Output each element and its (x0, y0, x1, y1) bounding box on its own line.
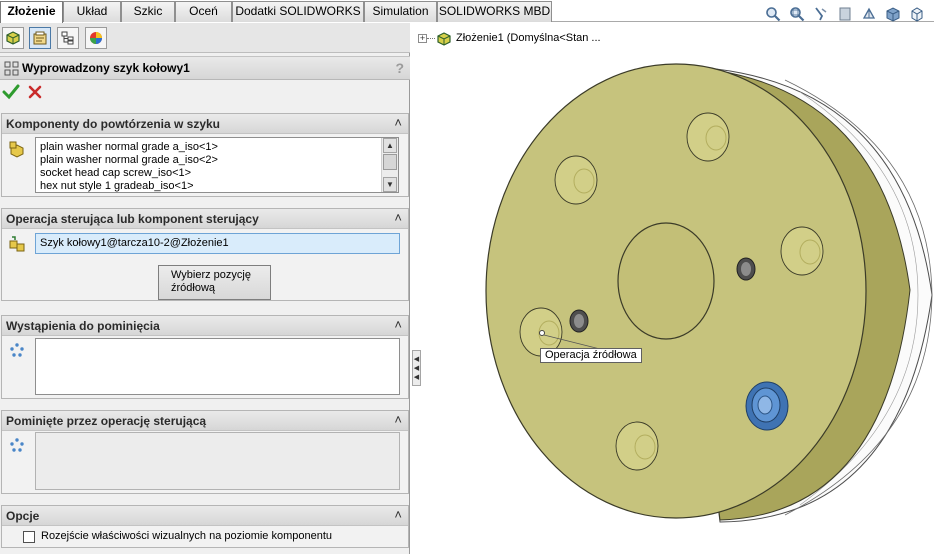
list-item[interactable]: hex nut style 1 gradeab_iso<1> (40, 180, 194, 192)
group-components-to-pattern: Komponenty do powtórzenia w szyku ˄ plai… (1, 113, 409, 197)
ok-check-icon[interactable] (2, 83, 20, 104)
driving-feature-icon (8, 235, 26, 253)
button-label-line2: źródłową (171, 282, 216, 294)
group-title: Komponenty do powtórzenia w szyku (6, 117, 221, 131)
zoom-to-area-icon[interactable] (787, 4, 807, 24)
seed-feature-callout: Operacja źródłowa (540, 348, 642, 363)
property-manager-icon[interactable] (29, 27, 51, 49)
previous-view-icon[interactable] (811, 4, 831, 24)
assembly-tree-label[interactable]: Złożenie1 (Domyślna<Stan ... (456, 32, 601, 44)
instances-icon (8, 341, 26, 359)
skipped-instances-list (35, 432, 400, 490)
group-driving-feature: Operacja sterująca lub komponent sterują… (1, 208, 409, 301)
group-options: Opcje ˄ Rozejście właściwości wizualnych… (1, 505, 409, 548)
group-title: Wystąpienia do pominięcia (6, 319, 160, 333)
tree-connector (427, 38, 435, 39)
scroll-down-arrow-icon[interactable]: ▼ (383, 177, 397, 192)
group-title: Opcje (6, 509, 40, 523)
tab-uklad[interactable]: Układ (63, 1, 121, 22)
collapse-chevron-icon[interactable]: ˄ (394, 115, 402, 130)
appearance-manager-icon[interactable] (85, 27, 107, 49)
driving-feature-field[interactable]: Szyk kołowy1@tarcza10-2@Złożenie1 (35, 233, 400, 254)
feature-title: Wyprowadzony szyk kołowy1 (22, 61, 190, 75)
list-item[interactable]: plain washer normal grade a_iso<1> (40, 141, 218, 153)
group-header[interactable]: Operacja sterująca lub komponent sterują… (2, 209, 408, 229)
collapse-chevron-icon[interactable]: ˄ (394, 412, 402, 427)
tab-szkic[interactable]: Szkic (121, 1, 175, 22)
propagate-visual-properties-checkbox[interactable] (23, 531, 35, 543)
hex-nut-component (745, 381, 789, 431)
command-manager-tabs: Złożenie Układ Szkic Oceń Dodatki SOLIDW… (0, 0, 934, 24)
feature-title-bar: Wyprowadzony szyk kołowy1 ? (0, 56, 410, 80)
tab-solidworks-mbd[interactable]: SOLIDWORKS MBD (437, 1, 552, 22)
cancel-x-icon[interactable] (27, 84, 43, 103)
circular-pattern-icon (4, 61, 19, 79)
center-bore (617, 222, 715, 340)
group-header[interactable]: Opcje ˄ (2, 506, 408, 526)
group-title: Pominięte przez operację sterującą (6, 414, 207, 428)
help-icon[interactable]: ? (395, 60, 404, 76)
collapse-chevron-icon[interactable]: ˄ (394, 507, 402, 522)
scroll-thumb[interactable] (383, 154, 397, 170)
assembly-icon (436, 31, 452, 50)
tab-dodatki-solidworks[interactable]: Dodatki SOLIDWORKS (232, 1, 364, 22)
group-header[interactable]: Pominięte przez operację sterującą ˄ (2, 411, 408, 431)
list-scrollbar[interactable]: ▲ ▼ (381, 138, 398, 192)
group-title: Operacja sterująca lub komponent sterują… (6, 212, 259, 226)
zoom-to-fit-icon[interactable] (763, 4, 783, 24)
property-manager-panel: Wyprowadzony szyk kołowy1 ? Komponenty d… (0, 23, 410, 554)
group-skipped-by-driving: Pominięte przez operację sterującą ˄ (1, 410, 409, 494)
display-style-icon[interactable] (883, 4, 903, 24)
group-header[interactable]: Komponenty do powtórzenia w szyku ˄ (2, 114, 408, 134)
hide-show-items-icon[interactable] (907, 4, 927, 24)
select-seed-position-button[interactable]: Wybierz pozycję źródłową (158, 265, 271, 300)
button-label-line1: Wybierz pozycję (171, 269, 251, 281)
components-list[interactable]: plain washer normal grade a_iso<1> plain… (35, 137, 399, 193)
group-header[interactable]: Wystąpienia do pominięcia ˄ (2, 316, 408, 336)
list-item[interactable]: plain washer normal grade a_iso<2> (40, 154, 218, 166)
group-instances-to-skip: Wystąpienia do pominięcia ˄ (1, 315, 409, 399)
collapse-chevron-icon[interactable]: ˄ (394, 210, 402, 225)
checkbox-label: Rozejście właściwości wizualnych na pozi… (41, 530, 333, 542)
instances-to-skip-list[interactable] (35, 338, 400, 395)
feature-manager-icon[interactable] (2, 27, 24, 49)
list-item[interactable]: socket head cap screw_iso<1> (40, 167, 191, 179)
instances-icon (8, 436, 26, 454)
manager-tabs (0, 23, 410, 53)
view-orientation-icon[interactable] (859, 4, 879, 24)
tab-zlozenie[interactable]: Złożenie (0, 1, 63, 23)
section-view-icon[interactable] (835, 4, 855, 24)
expand-icon[interactable]: + (418, 34, 427, 43)
tab-simulation[interactable]: Simulation (364, 1, 437, 22)
scroll-up-arrow-icon[interactable]: ▲ (383, 138, 397, 153)
model-viewport[interactable] (416, 50, 934, 554)
tab-ocen[interactable]: Oceń (175, 1, 232, 22)
configuration-manager-icon[interactable] (57, 27, 79, 49)
component-icon (8, 140, 26, 158)
collapse-chevron-icon[interactable]: ˄ (394, 317, 402, 332)
